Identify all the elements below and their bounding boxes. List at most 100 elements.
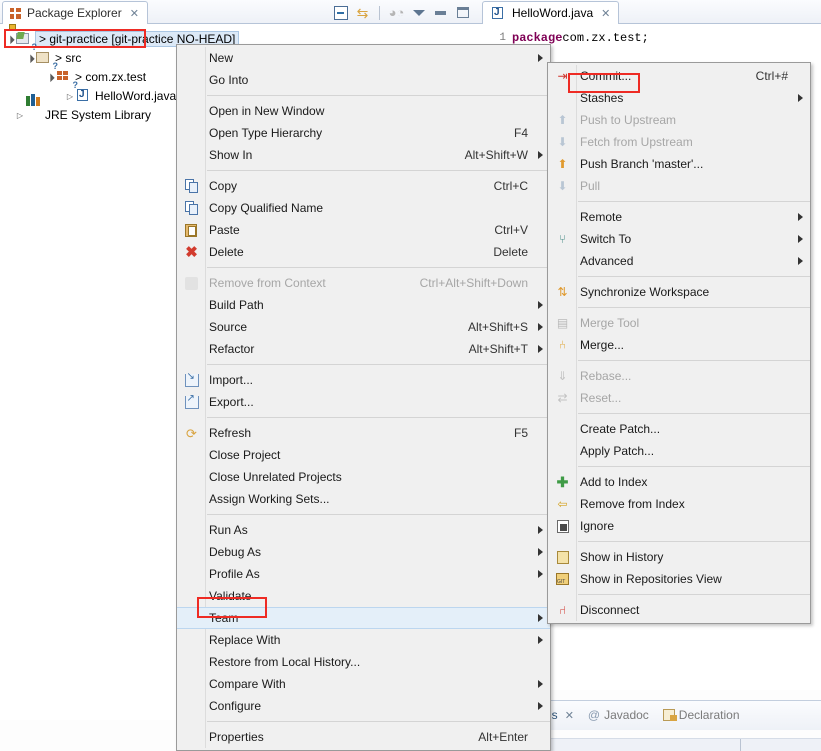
menu-item-label: Disconnect	[580, 603, 640, 617]
menu-item-close-unrelated-projects[interactable]: Close Unrelated Projects	[177, 466, 550, 488]
menu-item-label: Configure	[209, 699, 262, 713]
menu-item-refactor[interactable]: Refactor Alt+Shift+T	[177, 338, 550, 360]
menu-item-accel: Delete	[493, 245, 528, 259]
menu-item-compare-with[interactable]: Compare With	[177, 673, 550, 695]
toolbar-divider	[379, 5, 380, 20]
java-file-icon: J?	[73, 80, 92, 103]
project-context-menu[interactable]: New Go Into Open in New Window Open Type…	[176, 44, 551, 751]
menu-item-add-to-index[interactable]: ✚ Add to Index	[548, 471, 810, 493]
maximize-icon[interactable]	[453, 4, 472, 22]
menu-item-switch-to[interactable]: ⑂ Switch To	[548, 228, 810, 250]
menu-item-show-in-history[interactable]: Show in History	[548, 546, 810, 568]
menu-item-advanced[interactable]: Advanced	[548, 250, 810, 272]
menu-item-configure[interactable]: Configure	[177, 695, 550, 717]
view-toolbar: ⇆ ◕◔	[331, 3, 472, 22]
menu-item-source[interactable]: Source Alt+Shift+S	[177, 316, 550, 338]
menu-item-profile-as[interactable]: Profile As	[177, 563, 550, 585]
expander-icon[interactable]	[4, 34, 16, 44]
close-icon[interactable]: ✕	[601, 7, 610, 20]
collapse-all-icon[interactable]	[331, 4, 350, 22]
menu-item-label: Advanced	[580, 254, 634, 268]
menu-item-open-type-hierarchy[interactable]: Open Type Hierarchy F4	[177, 122, 550, 144]
menu-item-create-patch[interactable]: Create Patch...	[548, 418, 810, 440]
menu-item-merge-tool: ▤ Merge Tool	[548, 312, 810, 334]
menu-item-label: Rebase...	[580, 369, 632, 383]
menu-item-stashes[interactable]: Stashes	[548, 87, 810, 109]
javadoc-at-icon: @	[587, 708, 601, 722]
expander-icon[interactable]	[64, 91, 76, 101]
menu-item-show-in-repositories-view[interactable]: Show in Repositories View	[548, 568, 810, 590]
menu-item-apply-patch[interactable]: Apply Patch...	[548, 440, 810, 462]
tab-package-explorer[interactable]: Package Explorer ✕	[2, 1, 148, 24]
tab-javadoc[interactable]: @ Javadoc	[588, 708, 649, 722]
menu-item-push-branch[interactable]: ⬆ Push Branch 'master'...	[548, 153, 810, 175]
menu-item-disconnect[interactable]: ⑁ Disconnect	[548, 599, 810, 621]
menu-item-debug-as[interactable]: Debug As	[177, 541, 550, 563]
tab-declaration[interactable]: Declaration	[662, 708, 740, 722]
menu-item-open-in-new-window[interactable]: Open in New Window	[177, 100, 550, 122]
menu-item-import[interactable]: Import...	[177, 369, 550, 391]
menu-item-remove-from-index[interactable]: ⇦ Remove from Index	[548, 493, 810, 515]
source-folder-icon: ?	[32, 42, 52, 65]
menu-item-reset: ⇄ Reset...	[548, 387, 810, 409]
menu-item-remote[interactable]: Remote	[548, 206, 810, 228]
java-project-icon	[9, 24, 32, 46]
menu-item-properties[interactable]: Properties Alt+Enter	[177, 726, 550, 748]
expander-icon[interactable]	[24, 53, 36, 63]
submenu-arrow-icon	[538, 345, 543, 353]
menu-item-label: Add to Index	[580, 475, 648, 489]
menu-item-refresh[interactable]: ⟳ Refresh F5	[177, 422, 550, 444]
tree-item-java-file[interactable]: J? HelloWord.java	[64, 80, 177, 105]
menu-item-commit[interactable]: ⇥ Commit... Ctrl+#	[548, 65, 810, 87]
menu-item-label: Open Type Hierarchy	[209, 126, 323, 140]
expander-icon[interactable]	[14, 110, 26, 120]
submenu-arrow-icon	[798, 213, 803, 221]
submenu-arrow-icon	[538, 151, 543, 159]
menu-item-export[interactable]: Export...	[177, 391, 550, 413]
view-menu-icon[interactable]	[409, 4, 428, 22]
link-with-editor-icon[interactable]: ⇆	[353, 4, 372, 22]
menu-item-delete[interactable]: ✖ Delete Delete	[177, 241, 550, 263]
minimize-icon[interactable]	[431, 4, 450, 22]
merge-icon: ⑃	[558, 338, 567, 352]
expander-icon[interactable]	[44, 72, 56, 82]
menu-item-pull: ⬇ Pull	[548, 175, 810, 197]
menu-item-copy-qualified-name[interactable]: Copy Qualified Name	[177, 197, 550, 219]
focus-on-active-task-icon[interactable]: ◕◔	[387, 4, 406, 22]
menu-item-validate[interactable]: Validate	[177, 585, 550, 607]
switch-to-icon: ⑂	[558, 232, 567, 246]
menu-item-team[interactable]: Team	[177, 607, 550, 629]
tree-item-package[interactable]: ? > com.zx.test	[44, 61, 147, 86]
menu-separator	[578, 594, 810, 595]
menu-item-label: Go Into	[209, 73, 249, 87]
copy-qualified-name-icon	[183, 200, 200, 216]
tree-item-jre-library[interactable]: JRE System Library	[14, 94, 151, 124]
menu-item-synchronize-workspace[interactable]: ⇅ Synchronize Workspace	[548, 281, 810, 303]
java-file-icon: J	[491, 6, 507, 21]
submenu-arrow-icon	[538, 526, 543, 534]
tab-helloword-java[interactable]: J HelloWord.java ✕	[482, 1, 620, 24]
menu-item-label: Pull	[580, 179, 601, 193]
code-text: com.zx.test;	[562, 31, 649, 45]
menu-item-close-project[interactable]: Close Project	[177, 444, 550, 466]
submenu-arrow-icon	[798, 94, 803, 102]
menu-item-new[interactable]: New	[177, 47, 550, 69]
bottom-tab-list: ns ✕ @ Javadoc Declaration	[545, 703, 740, 727]
menu-item-assign-working-sets[interactable]: Assign Working Sets...	[177, 488, 550, 510]
team-submenu[interactable]: ⇥ Commit... Ctrl+# Stashes ⬆ Push to Ups…	[547, 62, 811, 624]
menu-item-restore-from-local-history[interactable]: Restore from Local History...	[177, 651, 550, 673]
menu-item-run-as[interactable]: Run As	[177, 519, 550, 541]
menu-item-label: Restore from Local History...	[209, 655, 361, 669]
menu-item-merge[interactable]: ⑃ Merge...	[548, 334, 810, 356]
close-icon[interactable]: ✕	[565, 709, 574, 722]
export-icon	[183, 393, 200, 410]
menu-item-build-path[interactable]: Build Path	[177, 294, 550, 316]
menu-item-show-in[interactable]: Show In Alt+Shift+W	[177, 144, 550, 166]
menu-item-go-into[interactable]: Go Into	[177, 69, 550, 91]
menu-item-ignore[interactable]: Ignore	[548, 515, 810, 537]
menu-item-replace-with[interactable]: Replace With	[177, 629, 550, 651]
menu-separator	[207, 170, 550, 171]
close-icon[interactable]: ✕	[130, 7, 139, 20]
menu-item-paste[interactable]: Paste Ctrl+V	[177, 219, 550, 241]
menu-item-copy[interactable]: Copy Ctrl+C	[177, 175, 550, 197]
